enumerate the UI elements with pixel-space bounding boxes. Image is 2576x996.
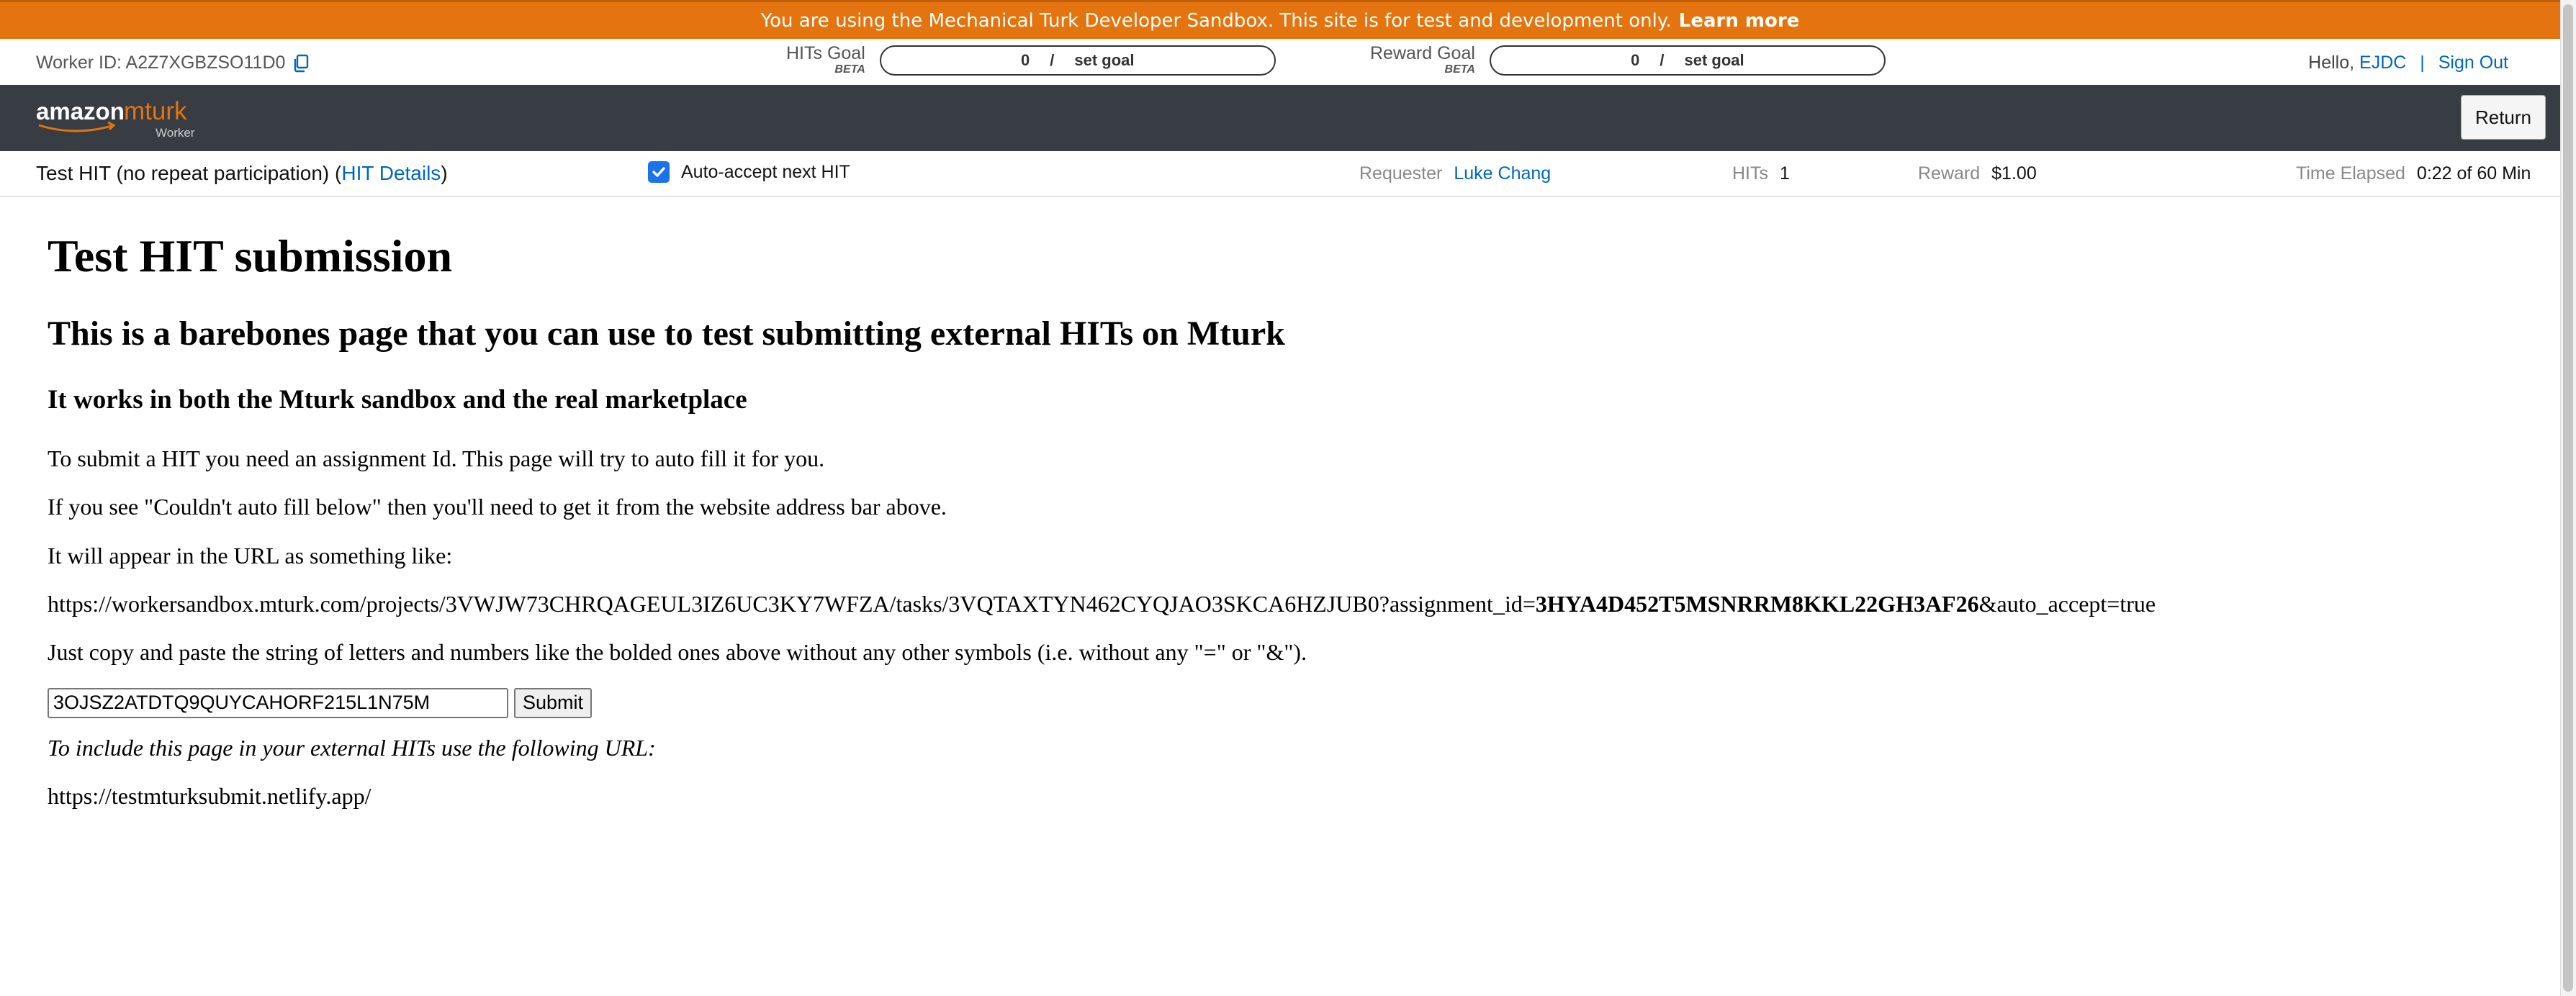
greeting-separator: | bbox=[2420, 53, 2425, 73]
hits-goal-beta-badge: BETA bbox=[834, 63, 865, 76]
username-link[interactable]: EJDC bbox=[2359, 53, 2406, 73]
copy-icon[interactable] bbox=[292, 54, 310, 73]
page-scrollbar[interactable] bbox=[2560, 0, 2576, 996]
page-subtitle: This is a barebones page that you can us… bbox=[48, 314, 1285, 353]
hit-title: Test HIT (no repeat participation) (HIT … bbox=[36, 162, 448, 185]
page-scrollbar-thumb[interactable] bbox=[2563, 4, 2573, 992]
sign-out-link[interactable]: Sign Out bbox=[2438, 53, 2508, 73]
hit-details-link[interactable]: HIT Details bbox=[341, 162, 441, 184]
submit-button[interactable]: Submit bbox=[514, 687, 593, 718]
hit-title-close: ) bbox=[441, 162, 448, 184]
example-url-prefix: https://workersandbox.mturk.com/projects… bbox=[48, 590, 1536, 617]
reward-goal-beta-badge: BETA bbox=[1444, 63, 1475, 76]
hits-goal-label: HITs Goal bbox=[786, 43, 865, 63]
hit-info-bar: Test HIT (no repeat participation) (HIT … bbox=[0, 151, 2560, 197]
hits-count-label: HITs bbox=[1732, 163, 1768, 184]
hits-goal-slash: / bbox=[1050, 50, 1055, 69]
return-button[interactable]: Return bbox=[2461, 95, 2546, 140]
requester-link[interactable]: Luke Chang bbox=[1454, 163, 1551, 184]
reward-value: $1.00 bbox=[1991, 163, 2037, 184]
page-title: Test HIT submission bbox=[48, 230, 453, 281]
worker-id-text: Worker ID: A2Z7XGBZSO11D0 bbox=[36, 53, 286, 73]
hello-text: Hello, bbox=[2308, 53, 2355, 73]
learn-more-link[interactable]: Learn more bbox=[1679, 10, 1800, 32]
hits-goal-progress[interactable]: 0 / set goal bbox=[879, 45, 1276, 76]
reward-goal-label: Reward Goal bbox=[1370, 43, 1475, 63]
instruction-auto-fill: If you see "Couldn't auto fill below" th… bbox=[48, 494, 947, 520]
reward-goal-progress[interactable]: 0 / set goal bbox=[1489, 45, 1886, 76]
hits-count-value: 1 bbox=[1780, 163, 1790, 184]
logo-amazon-text: amazon bbox=[36, 98, 125, 124]
hits-goal: HITs Goal BETA 0 / set goal bbox=[786, 45, 1276, 76]
sandbox-banner-message: You are using the Mechanical Turk Develo… bbox=[760, 9, 1672, 32]
include-url-note: To include this page in your external HI… bbox=[48, 734, 656, 761]
requester-info: Requester Luke Chang bbox=[1359, 163, 1551, 184]
instruction-assignment-id: To submit a HIT you need an assignment I… bbox=[48, 445, 825, 471]
example-assignment-id: 3HYA4D452T5MSNRRM8KKL22GH3AF26 bbox=[1535, 590, 1979, 617]
hit-content: Test HIT submission This is a barebones … bbox=[48, 197, 2495, 810]
example-url: https://workersandbox.mturk.com/projects… bbox=[48, 590, 2495, 617]
time-elapsed-info: Time Elapsed 0:22 of 60 Min bbox=[2296, 163, 2531, 184]
reward-goal: Reward Goal BETA 0 / set goal bbox=[1370, 45, 1886, 76]
checkmark-icon bbox=[652, 167, 665, 177]
time-elapsed-label: Time Elapsed bbox=[2296, 163, 2405, 184]
auto-accept-checkbox[interactable] bbox=[648, 161, 670, 183]
reward-goal-value: 0 bbox=[1631, 50, 1640, 69]
instruction-copy-paste: Just copy and paste the string of letter… bbox=[48, 639, 1307, 666]
submit-form: Submit bbox=[48, 687, 2495, 718]
time-elapsed-value: 0:22 of 60 Min bbox=[2416, 163, 2531, 184]
hits-count-info: HITs 1 bbox=[1732, 163, 1790, 184]
sandbox-banner: You are using the Mechanical Turk Develo… bbox=[0, 0, 2560, 39]
assignment-id-input[interactable] bbox=[48, 687, 508, 718]
reward-info: Reward $1.00 bbox=[1918, 163, 2037, 184]
top-navbar: amazon mturk Worker Return bbox=[0, 85, 2560, 151]
requester-label: Requester bbox=[1359, 163, 1443, 184]
logo-mturk-text: mturk bbox=[124, 97, 187, 125]
reward-goal-slash: / bbox=[1659, 50, 1665, 69]
hit-title-text: Test HIT (no repeat participation) ( bbox=[36, 162, 342, 184]
reward-label: Reward bbox=[1918, 163, 1981, 184]
instruction-url-intro: It will appear in the URL as something l… bbox=[48, 542, 453, 569]
section-heading: It works in both the Mturk sandbox and t… bbox=[48, 385, 747, 415]
submit-page-url: https://testmturksubmit.netlify.app/ bbox=[48, 783, 371, 810]
worker-id: Worker ID: A2Z7XGBZSO11D0 bbox=[36, 53, 310, 73]
reward-set-goal-link[interactable]: set goal bbox=[1685, 51, 1744, 70]
mturk-logo[interactable]: amazon mturk Worker bbox=[36, 96, 209, 140]
hits-goal-value: 0 bbox=[1021, 50, 1030, 69]
auto-accept-label: Auto-accept next HIT bbox=[681, 161, 850, 182]
logo-worker-text: Worker bbox=[156, 126, 195, 140]
example-url-suffix: &auto_accept=true bbox=[1978, 590, 2156, 617]
worker-info-bar: Worker ID: A2Z7XGBZSO11D0 HITs Goal BETA… bbox=[0, 39, 2560, 85]
user-greeting: Hello, EJDC | Sign Out bbox=[2308, 53, 2508, 73]
hits-set-goal-link[interactable]: set goal bbox=[1074, 51, 1134, 70]
auto-accept-toggle[interactable]: Auto-accept next HIT bbox=[648, 161, 850, 183]
